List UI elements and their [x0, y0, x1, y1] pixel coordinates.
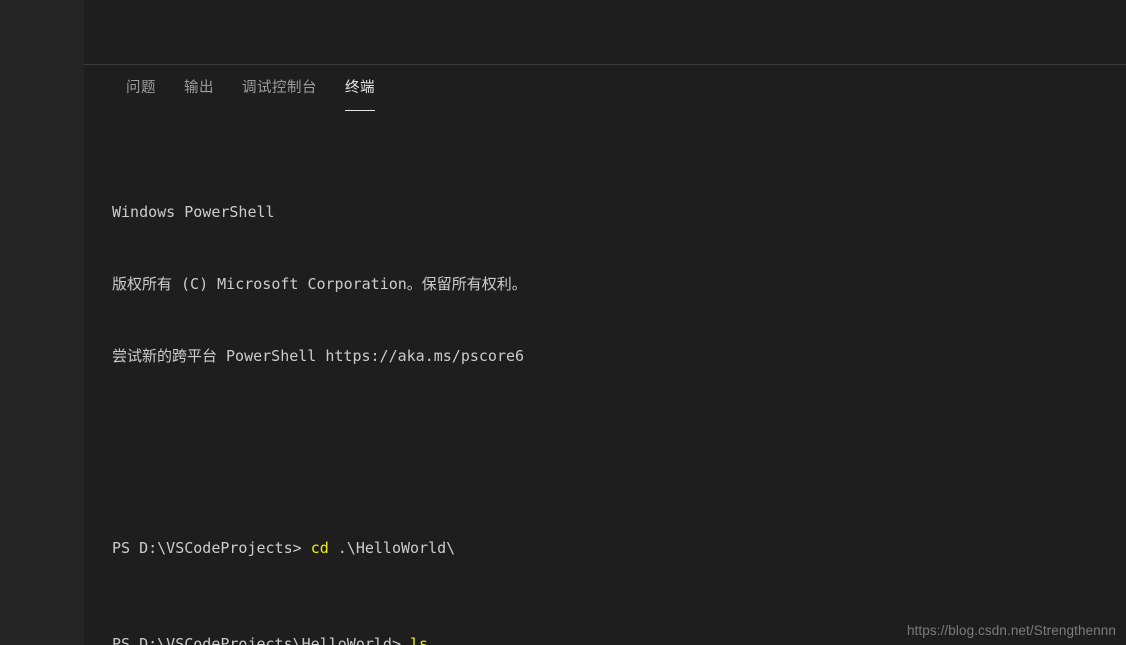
terminal-command-line-cd: PS D:\VSCodeProjects> cd .\HelloWorld\ [112, 536, 1126, 560]
prompt-text: PS D:\VSCodeProjects\HelloWorld> [112, 635, 411, 645]
tab-problems-label: 问题 [126, 80, 156, 96]
watermark-text: https://blog.csdn.net/Strengthennn [906, 623, 1116, 638]
command-name: cd [310, 539, 329, 557]
bottom-panel: 问题 输出 调试控制台 终端 Windows PowerShell 版权所有 (… [84, 66, 1126, 645]
tab-terminal[interactable]: 终端 [331, 66, 389, 111]
tab-output-label: 输出 [184, 80, 214, 96]
activity-sidebar [0, 0, 84, 645]
tab-debug-console[interactable]: 调试控制台 [228, 66, 331, 98]
command-name: ls [410, 635, 429, 645]
tab-debug-console-label: 调试控制台 [242, 80, 317, 96]
command-args: .\HelloWorld\ [328, 539, 456, 557]
tab-terminal-label: 终端 [345, 80, 375, 96]
terminal-banner-line-3: 尝试新的跨平台 PowerShell https://aka.ms/pscore… [112, 347, 525, 365]
panel-tab-bar: 问题 输出 调试控制台 终端 [84, 66, 389, 114]
terminal-banner-line-2: 版权所有 (C) Microsoft Corporation。保留所有权利。 [112, 275, 527, 293]
terminal-banner-line-1: Windows PowerShell [112, 203, 275, 221]
tab-active-underline [345, 110, 375, 111]
editor-area [84, 0, 1126, 65]
prompt-text: PS D:\VSCodeProjects> [112, 539, 311, 557]
tab-output[interactable]: 输出 [170, 66, 228, 98]
terminal-output[interactable]: Windows PowerShell 版权所有 (C) Microsoft Co… [84, 128, 1126, 645]
vscode-window: 问题 输出 调试控制台 终端 Windows PowerShell 版权所有 (… [0, 0, 1126, 645]
tab-problems[interactable]: 问题 [112, 66, 170, 98]
